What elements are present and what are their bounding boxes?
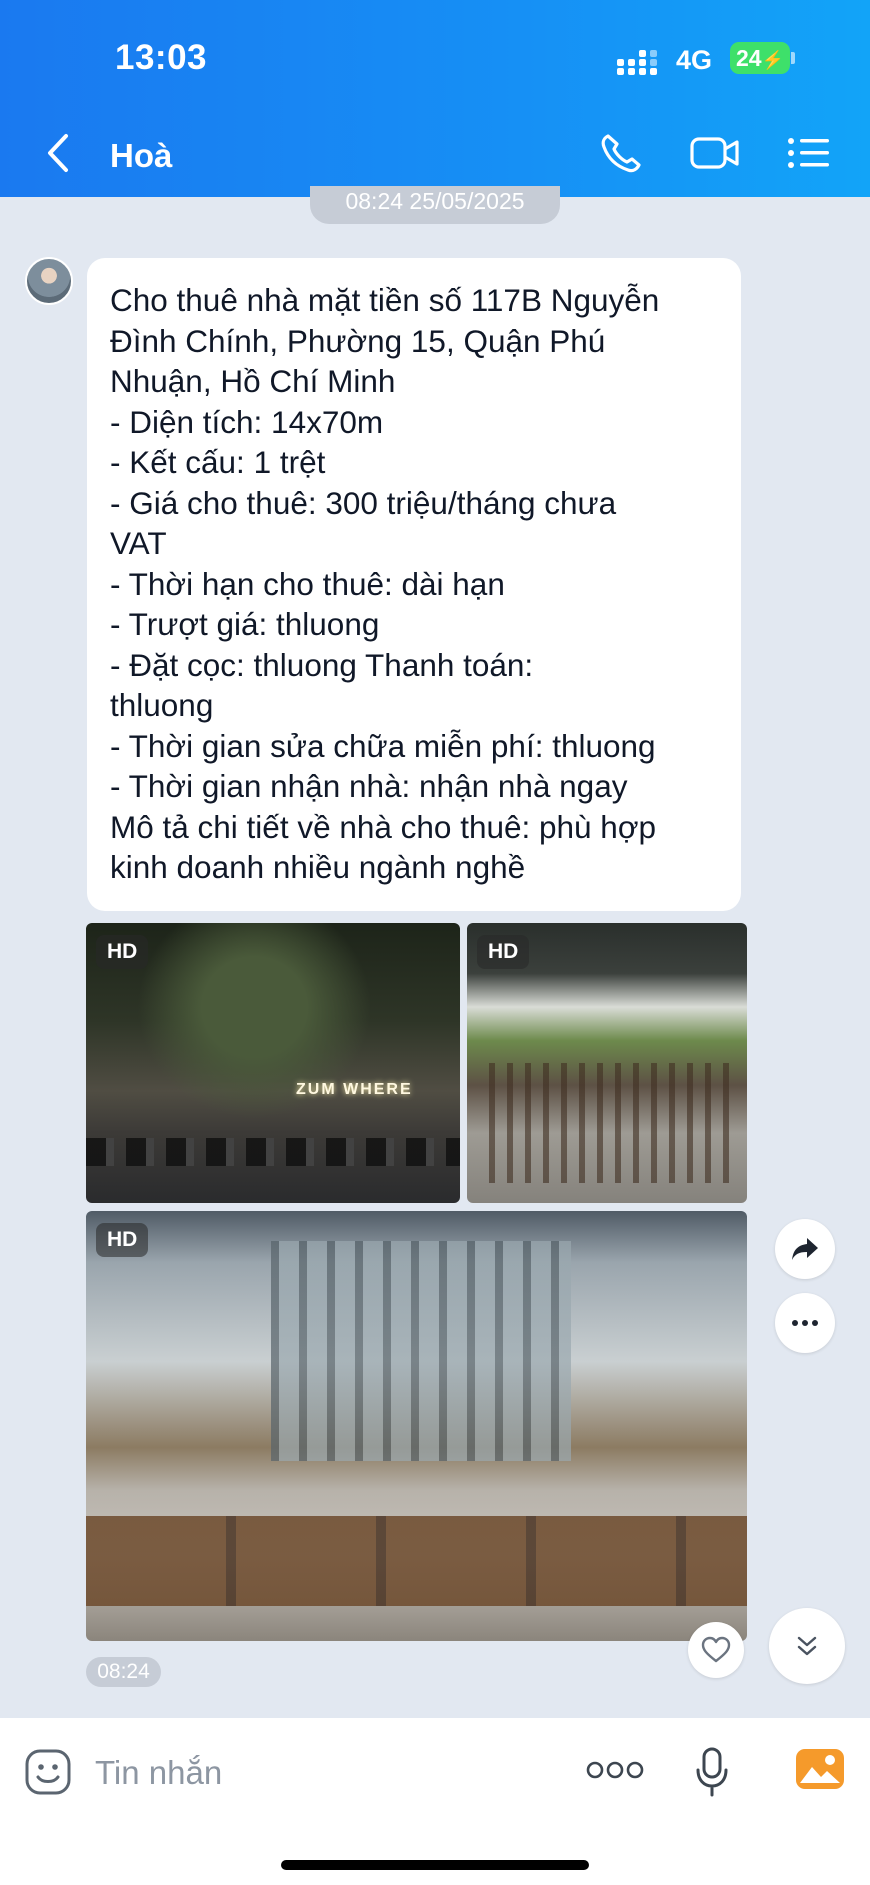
hd-badge: HD [96,935,149,969]
battery-level: 24 [735,45,762,71]
message-line: - Thời gian nhận nhà: nhận nhà ngay [110,768,628,804]
back-arrow-icon[interactable] [40,130,76,176]
message-line: Nhuận, Hồ Chí Minh [110,363,396,399]
photo-dining-hall[interactable]: HD [467,923,747,1203]
message-line: - Kết cấu: 1 trệt [110,444,326,480]
message-line: - Giá cho thuê: 300 triệu/tháng chưa [110,484,617,521]
message-line: Đình Chính, Phường 15, Quận Phú [110,322,606,359]
battery-tip [791,52,795,64]
ellipsis-icon [792,1320,818,1326]
message-composer: Tin nhắn [0,1718,870,1885]
more-actions-icon[interactable] [586,1760,644,1780]
long-tables [86,1516,747,1606]
signal-icon [617,49,659,75]
date-separator: 08:24 25/05/2025 [310,186,560,224]
photo-courtyard-interior[interactable]: HD [86,1211,747,1641]
contact-avatar[interactable] [25,257,73,305]
parked-motorbikes [86,1138,460,1166]
double-chevron-down-icon [797,1636,817,1656]
message-line: - Diện tích: 14x70m [110,403,384,440]
scroll-to-bottom-button[interactable] [769,1608,845,1684]
message-bubble[interactable]: Cho thuê nhà mặt tiền số 117B Nguyễn Đìn… [87,258,741,911]
photo-storefront-night[interactable]: ZUM WHERE HD [86,923,460,1203]
storefront-sign: ZUM WHERE [296,1081,413,1098]
message-line: - Thời gian sửa chữa miễn phí: thluong [110,727,656,764]
more-options-button[interactable] [775,1293,835,1353]
hd-badge: HD [96,1223,149,1257]
glass-facade [271,1241,571,1461]
message-line: Cho thuê nhà mặt tiền số 117B Nguyễn [110,282,660,318]
microphone-icon[interactable] [694,1746,730,1798]
image-gallery-icon[interactable] [794,1745,846,1793]
message-line: Mô tả chi tiết về nhà cho thuê: phù hợp [110,808,657,845]
sticker-emoji-icon[interactable] [24,1748,72,1796]
forward-arrow-icon [792,1238,818,1260]
dining-tables [477,1063,737,1183]
react-heart-button[interactable] [688,1622,744,1678]
status-time: 13:03 [115,38,208,77]
chat-header: 13:03 4G 24⚡ Hoà [0,0,870,197]
message-line: VAT [110,525,167,561]
message-line: kinh doanh nhiều ngành nghề [110,849,526,885]
menu-list-icon[interactable] [786,132,832,174]
hd-badge: HD [477,935,530,969]
forward-button[interactable] [775,1219,835,1279]
message-line: thluong [110,687,214,723]
message-line: - Trượt giá: thluong [110,606,380,642]
battery-indicator: 24⚡ [730,42,790,74]
message-time: 08:24 [86,1657,161,1687]
message-input[interactable]: Tin nhắn [95,1748,535,1798]
message-line: - Thời hạn cho thuê: dài hạn [110,565,505,602]
message-line: - Đặt cọc: thluong Thanh toán: [110,646,534,683]
network-type: 4G [676,45,713,75]
phone-call-icon[interactable] [598,132,646,174]
video-call-icon[interactable] [689,132,741,174]
home-indicator [281,1860,589,1870]
heart-icon [701,1636,731,1663]
contact-name[interactable]: Hoà [110,137,172,175]
